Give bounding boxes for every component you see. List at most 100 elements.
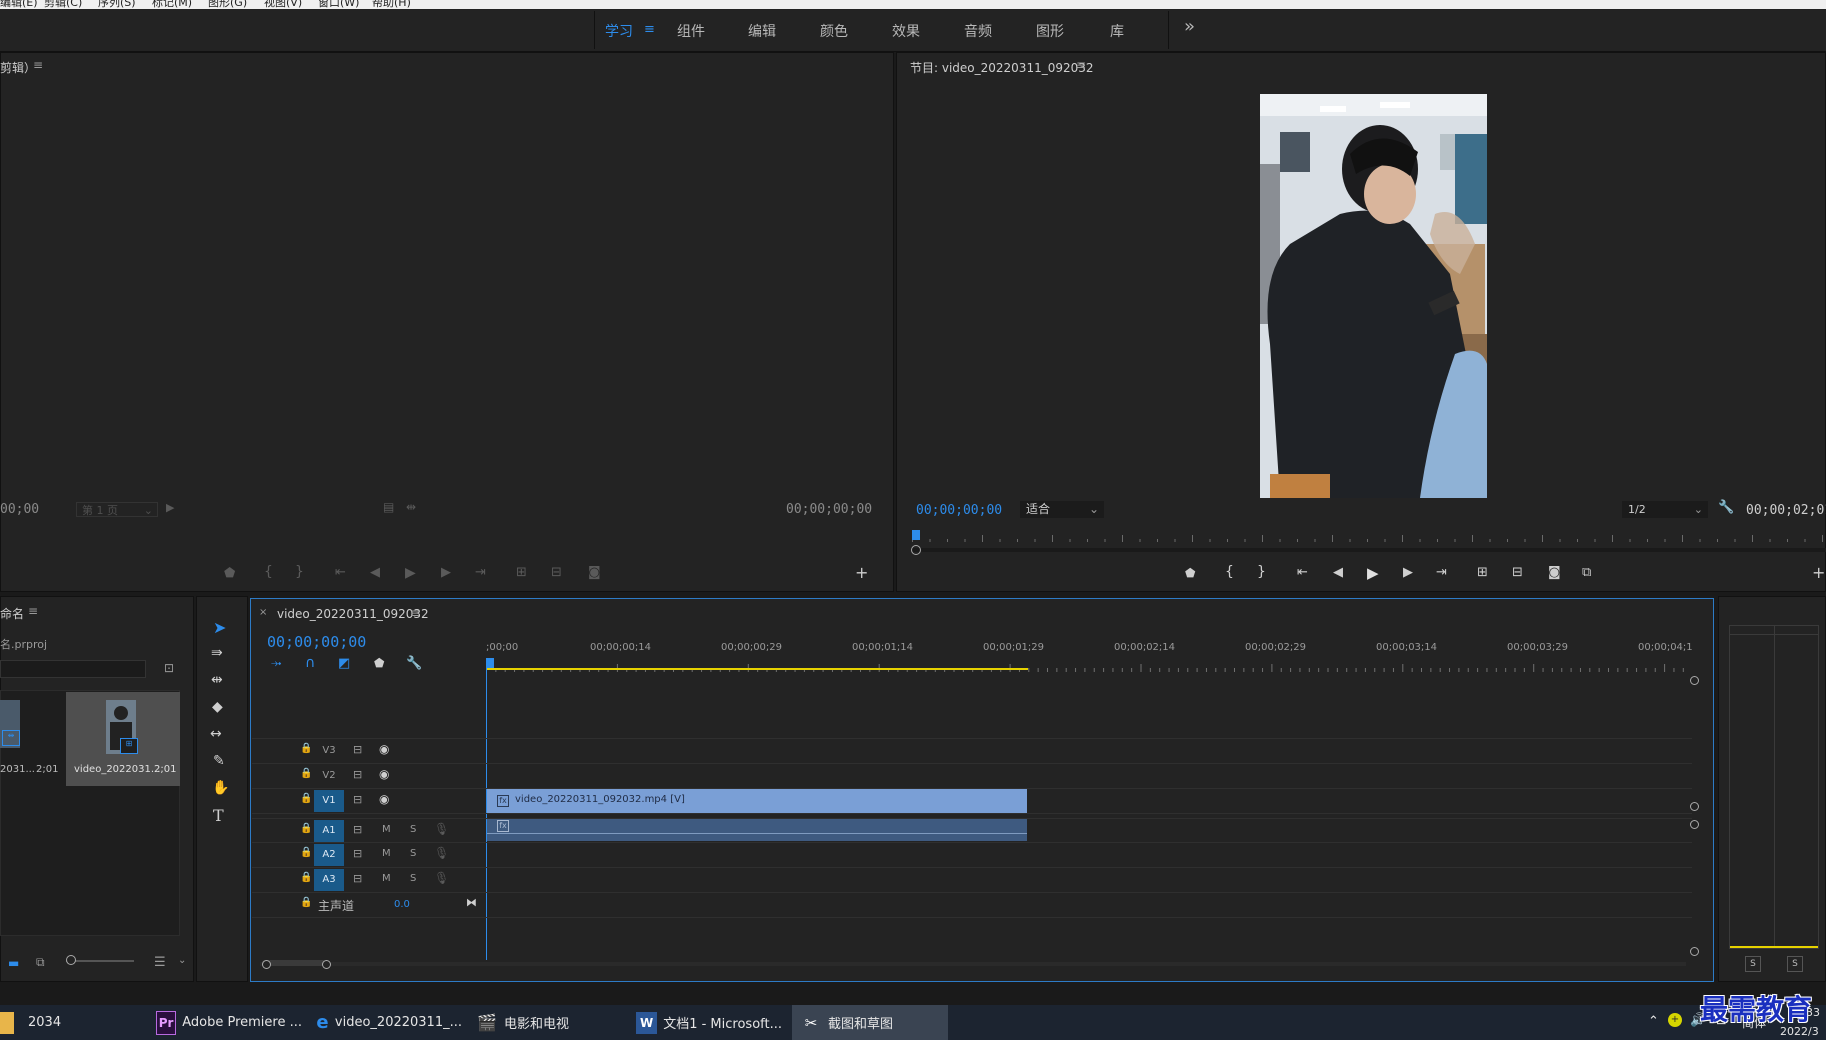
track-sync-icon[interactable]: ⊟ — [353, 768, 362, 781]
source-go-out-icon[interactable]: ⇥ — [475, 565, 486, 580]
program-compare-icon[interactable]: ⧉ — [1582, 565, 1591, 580]
snap-magnet-icon[interactable]: ∩ — [305, 655, 315, 671]
project-panel-menu-icon[interactable]: ≡ — [28, 604, 38, 618]
timeline-panel-menu-icon[interactable]: ≡ — [410, 606, 420, 620]
project-zoom-handle[interactable] — [66, 955, 76, 965]
track-target-a1[interactable]: A1 — [314, 820, 344, 842]
workspace-learning[interactable]: 学习 — [605, 21, 633, 41]
audio-clip-a1[interactable]: fx — [487, 819, 1027, 841]
program-go-out-icon[interactable]: ⇥ — [1436, 565, 1447, 580]
taskbar-item-folder[interactable]: 2034 — [0, 1005, 150, 1040]
menu-window[interactable]: 窗口(W) — [318, 0, 359, 9]
track-target-v2[interactable]: V2 — [314, 765, 344, 787]
workspace-assembly[interactable]: 组件 — [677, 21, 705, 41]
program-step-forward-icon[interactable]: ▶ — [1403, 565, 1413, 580]
project-item-1[interactable]: ⇹ 2031... 2;01 — [0, 692, 64, 786]
source-safe-margin-icon[interactable]: ▤ — [383, 500, 394, 514]
track-target-v1[interactable]: V1 — [314, 790, 344, 812]
timeline-zoom-handle-right[interactable] — [322, 960, 331, 969]
program-export-frame-icon[interactable]: ◙ — [1548, 565, 1561, 580]
timeline-sequence-tab[interactable]: video_20220311_092032 — [277, 607, 429, 621]
audio-scroll-top-handle[interactable] — [1690, 820, 1699, 829]
track-sync-icon[interactable]: ⊟ — [353, 743, 362, 756]
track-lock-icon[interactable]: 🔒 — [300, 872, 312, 883]
track-solo-button[interactable]: S — [410, 824, 416, 835]
track-lock-icon[interactable]: 🔒 — [300, 768, 312, 779]
timeline-settings-wrench-icon[interactable]: 🔧 — [406, 656, 422, 671]
track-eye-icon[interactable]: ◉ — [379, 767, 389, 781]
track-lock-icon[interactable]: 🔒 — [300, 743, 312, 754]
program-zoom-handle[interactable] — [911, 545, 921, 555]
program-go-in-icon[interactable]: ⇤ — [1297, 565, 1308, 580]
slip-tool-icon[interactable]: ↔ — [210, 726, 222, 742]
project-sort-dropdown-icon[interactable]: ⌄ — [178, 955, 186, 966]
source-page-select[interactable]: 第 1 页 ⌄ — [76, 502, 158, 517]
pen-tool-icon[interactable]: ✎ — [213, 753, 225, 769]
workspace-overflow-icon[interactable]: » — [1184, 16, 1195, 37]
taskbar-item-film[interactable]: 🎬 电影和电视 — [476, 1005, 622, 1040]
taskbar-item-word[interactable]: W 文档1 - Microsoft... — [636, 1005, 782, 1040]
program-marker-icon[interactable]: ⬟ — [1185, 566, 1195, 580]
program-timecode[interactable]: 00;00;00;00 — [916, 503, 1002, 518]
taskbar-item-ie[interactable]: e video_20220311_... — [316, 1005, 462, 1040]
program-zoom-bar[interactable] — [912, 548, 1826, 552]
track-solo-button[interactable]: S — [410, 873, 416, 884]
workspace-audio[interactable]: 音频 — [964, 21, 992, 41]
track-lock-icon[interactable]: 🔒 — [300, 897, 312, 908]
program-extract-icon[interactable]: ⊟ — [1512, 565, 1523, 580]
track-lock-icon[interactable]: 🔒 — [300, 847, 312, 858]
type-tool-icon[interactable]: T — [213, 806, 224, 825]
track-mute-button[interactable]: M — [382, 873, 391, 884]
video-scroll-top-handle[interactable] — [1690, 676, 1699, 685]
timeline-zoom-thumb[interactable] — [262, 960, 326, 966]
taskbar-item-snip[interactable]: ✂ 截图和草图 — [792, 1005, 948, 1040]
track-voiceover-mic-icon[interactable]: 🎙 — [434, 871, 449, 885]
program-mark-out-icon[interactable]: } — [1257, 564, 1266, 580]
source-page-next-icon[interactable]: ▶ — [166, 501, 174, 514]
program-play-icon[interactable]: ▶ — [1367, 564, 1379, 582]
source-monitor-title[interactable]: 剪辑） — [0, 59, 36, 76]
program-step-back-icon[interactable]: ◀ — [1333, 565, 1343, 580]
project-new-bin-icon[interactable]: ⊡ — [164, 661, 174, 675]
workspace-color[interactable]: 颜色 — [820, 21, 848, 41]
master-volume-value[interactable]: 0.0 — [394, 899, 410, 910]
menu-sequence[interactable]: 序列(S) — [98, 0, 136, 9]
source-drop-frame-icon[interactable]: ⇹ — [406, 500, 416, 514]
ripple-edit-tool-icon[interactable]: ⇹ — [211, 672, 223, 688]
source-step-forward-icon[interactable]: ▶ — [441, 565, 451, 580]
track-mute-button[interactable]: M — [382, 824, 391, 835]
timeline-timecode[interactable]: 00;00;00;00 — [267, 633, 366, 651]
workspace-graphics[interactable]: 图形 — [1036, 21, 1064, 41]
project-panel-title[interactable]: 命名 — [0, 605, 24, 622]
project-zoom-slider[interactable] — [66, 960, 134, 962]
menu-edit[interactable]: 编辑(E) — [0, 0, 38, 9]
source-add-button-icon[interactable]: + — [855, 563, 868, 582]
work-area-bar[interactable] — [486, 668, 1028, 670]
meter-solo-left-button[interactable]: S — [1745, 956, 1761, 972]
add-marker-icon[interactable]: ⬟ — [374, 656, 384, 670]
track-target-a2[interactable]: A2 — [314, 844, 344, 866]
track-mute-button[interactable]: M — [382, 848, 391, 859]
menu-marker[interactable]: 标记(M) — [152, 0, 192, 9]
program-playhead[interactable] — [912, 530, 920, 540]
project-sort-icon[interactable]: ☰ — [154, 955, 166, 970]
track-voiceover-mic-icon[interactable]: 🎙 — [434, 846, 449, 860]
source-play-icon[interactable]: ▶ — [405, 565, 416, 581]
source-go-in-icon[interactable]: ⇤ — [335, 565, 346, 580]
menu-help[interactable]: 帮助(H) — [372, 0, 411, 9]
source-mark-out-icon[interactable]: } — [295, 564, 304, 580]
meter-solo-right-button[interactable]: S — [1787, 956, 1803, 972]
source-panel-menu-icon[interactable]: ≡ — [33, 58, 43, 72]
linked-selection-icon[interactable]: ◩ — [338, 656, 350, 671]
razor-tool-icon[interactable]: ◆ — [212, 699, 223, 715]
source-overwrite-icon[interactable]: ⊟ — [551, 565, 562, 580]
program-time-ruler[interactable] — [912, 530, 1826, 544]
track-lock-icon[interactable]: 🔒 — [300, 823, 312, 834]
project-item-2[interactable]: ⊞ video_2022031... 2;01 — [66, 692, 180, 786]
video-scroll-bottom-handle[interactable] — [1690, 802, 1699, 811]
track-lock-icon[interactable]: 🔒 — [300, 793, 312, 804]
menu-graphics[interactable]: 图形(G) — [208, 0, 247, 9]
hand-tool-icon[interactable]: ✋ — [212, 780, 229, 796]
program-settings-wrench-icon[interactable]: 🔧 — [1718, 500, 1734, 515]
nest-toggle-icon[interactable]: ⤞ — [271, 656, 281, 671]
